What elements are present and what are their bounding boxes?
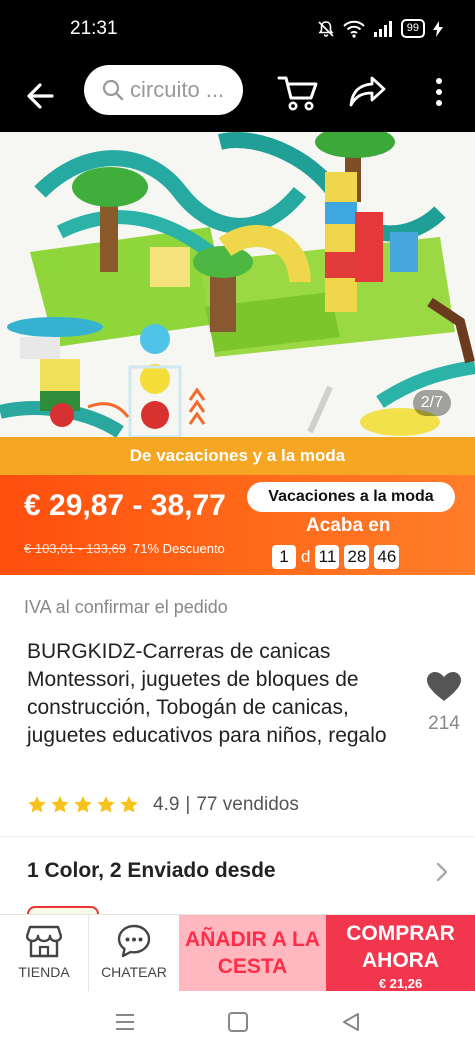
price-range: € 29,87 - 38,77: [24, 489, 226, 522]
countdown-seconds: 46: [374, 545, 400, 569]
store-label: TIENDA: [18, 964, 70, 980]
promo-banner: De vacaciones y a la moda: [0, 437, 475, 475]
star-rating: [27, 795, 139, 815]
add-to-cart-button[interactable]: AÑADIR A LA CESTA: [179, 915, 326, 992]
battery-indicator: 99: [400, 19, 425, 38]
wifi-icon: [343, 20, 365, 38]
search-placeholder: circuito ...: [130, 77, 225, 102]
countdown-minutes: 28: [344, 545, 370, 569]
image-counter: 2/7: [412, 390, 451, 416]
status-bar: 21:31 99: [0, 0, 475, 60]
product-title: BURGKIDZ-Carreras de canicas Montessori,…: [27, 640, 387, 747]
countdown-hours: 11: [315, 545, 340, 569]
status-icons: 99: [317, 19, 443, 38]
tax-note: IVA al confirmar el pedido: [24, 597, 228, 617]
charging-icon: [433, 20, 443, 37]
star-icon: [74, 796, 92, 813]
cart-button[interactable]: [276, 70, 320, 114]
product-photo: [0, 132, 475, 437]
chat-bubble-icon: [117, 924, 151, 958]
buy-now-label: COMPRAR AHORA: [346, 922, 455, 972]
countdown-days: 1: [272, 545, 296, 569]
countdown-days-unit: d: [301, 547, 311, 566]
top-navigation: circuito ...: [0, 60, 475, 132]
more-options-button[interactable]: [426, 74, 452, 110]
star-icon: [51, 796, 69, 813]
chat-button[interactable]: CHATEAR: [89, 915, 179, 992]
menu-icon[interactable]: [114, 1011, 136, 1033]
arrow-left-icon: [27, 83, 54, 109]
more-vertical-icon: [436, 78, 442, 106]
wishlist-count: 214: [428, 713, 460, 734]
sold-count: 77 vendidos: [196, 794, 299, 815]
variant-selector[interactable]: 1 Color, 2 Enviado desde: [27, 859, 276, 883]
store-button[interactable]: TIENDA: [0, 915, 89, 992]
mute-icon: [318, 20, 334, 37]
search-input[interactable]: circuito ...: [84, 65, 243, 115]
original-price: € 103,01 - 133,69: [24, 541, 126, 556]
star-icon: [97, 796, 115, 813]
store-icon: [26, 925, 62, 958]
cart-icon: [277, 76, 318, 111]
section-divider: [0, 836, 475, 837]
chevron-right-icon[interactable]: [432, 860, 452, 884]
countdown-label: Acaba en: [306, 515, 391, 536]
star-icon: [28, 796, 46, 813]
buy-now-button[interactable]: COMPRAR AHORA € 21,26: [326, 915, 475, 992]
countdown-timer: 1 d 11 28 46: [272, 545, 400, 569]
bottom-action-bar: TIENDA CHATEAR AÑADIR A LA CESTA COMPRAR…: [0, 914, 475, 992]
rating-separator: |: [185, 794, 191, 815]
search-icon: [102, 79, 124, 101]
share-button[interactable]: [348, 72, 388, 112]
rating-value: 4.9: [153, 794, 180, 815]
chat-label: CHATEAR: [101, 964, 167, 980]
rating-row[interactable]: 4.9 | 77 vendidos: [27, 794, 299, 816]
discount-label: 71% Descuento: [133, 541, 225, 556]
wishlist-button[interactable]: 214: [422, 672, 466, 735]
system-navigation-bar: [0, 991, 475, 1056]
home-icon[interactable]: [227, 1011, 249, 1033]
buy-now-price: € 21,26: [378, 976, 423, 991]
share-arrow-icon: [349, 76, 386, 107]
heart-icon: [427, 672, 461, 701]
status-time: 21:31: [70, 18, 118, 39]
product-image-carousel[interactable]: 2/7: [0, 132, 475, 437]
back-triangle-icon[interactable]: [340, 1011, 362, 1033]
campaign-badge: Vacaciones a la moda: [247, 482, 455, 512]
price-panel: € 29,87 - 38,77 € 103,01 - 133,69 71% De…: [0, 475, 475, 575]
star-icon: [120, 796, 138, 813]
signal-icon: [373, 20, 392, 37]
back-button[interactable]: [22, 76, 62, 116]
